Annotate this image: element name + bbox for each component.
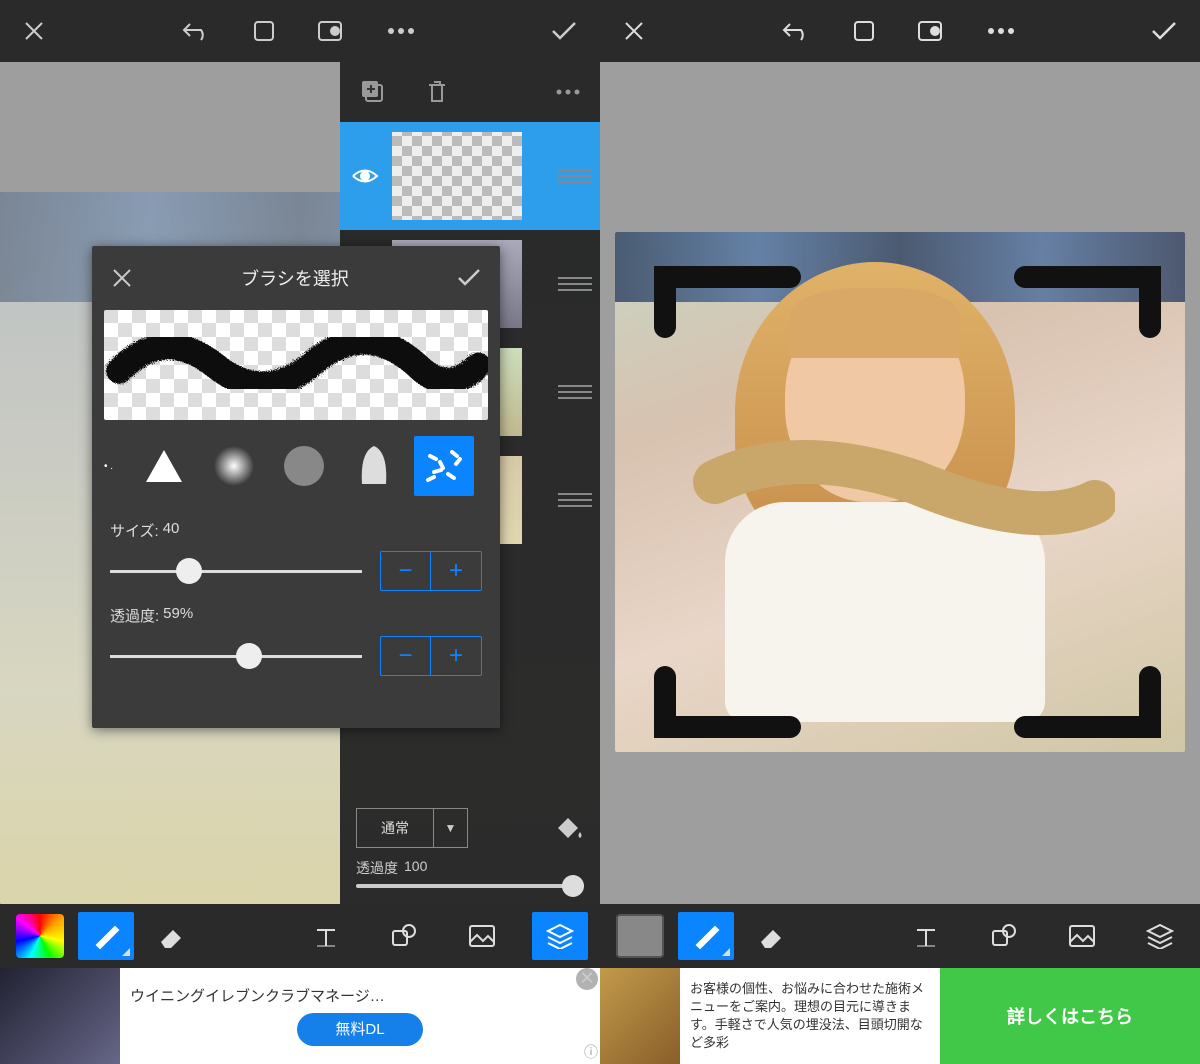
top-toolbar <box>0 0 600 62</box>
layer-more-icon[interactable] <box>556 89 580 95</box>
visibility-icon[interactable] <box>351 167 379 185</box>
opacity-stepper: − + <box>380 636 482 676</box>
paint-bucket-icon[interactable] <box>552 814 584 842</box>
brush-preview <box>104 310 488 420</box>
layer-row-active[interactable] <box>340 122 600 230</box>
drag-handle-icon[interactable] <box>558 277 592 291</box>
more-icon[interactable] <box>987 27 1015 35</box>
color-picker-button[interactable] <box>12 912 68 960</box>
size-label: サイズ: <box>110 520 159 541</box>
brush-chalk[interactable] <box>344 436 404 496</box>
drag-handle-icon[interactable] <box>558 493 592 507</box>
brush-tool-button[interactable] <box>78 912 134 960</box>
dialog-title: ブラシを選択 <box>241 265 349 291</box>
ad-thumbnail <box>600 968 680 1064</box>
brush-opacity-label: 透過度: <box>110 605 159 626</box>
ad-title: ウイニングイレブンクラブマネージ… <box>130 986 590 1007</box>
brush-tiny-icon[interactable]: • . <box>104 461 124 472</box>
layers-tool-button[interactable] <box>532 912 588 960</box>
brush-stroke-corner <box>650 262 810 322</box>
size-decrease-button[interactable]: − <box>381 552 431 590</box>
camera-icon[interactable] <box>917 20 947 42</box>
brush-stroke-corner <box>1005 662 1165 722</box>
undo-icon[interactable] <box>781 20 811 42</box>
layers-tool-button[interactable] <box>1132 912 1188 960</box>
size-value: 40 <box>163 520 180 541</box>
size-increase-button[interactable]: + <box>431 552 481 590</box>
shape-tool-button[interactable] <box>976 912 1032 960</box>
ad-banner[interactable]: お客様の個性、お悩みに合わせた施術メニューをご案内。理想の目元に導きます。手軽さ… <box>600 968 1200 1064</box>
canvas-area[interactable] <box>600 62 1200 904</box>
size-slider[interactable] <box>110 570 362 573</box>
blend-mode-select[interactable]: 通常 ▼ <box>356 808 468 848</box>
layer-opacity-slider[interactable] <box>356 884 584 888</box>
brush-scatter-selected[interactable] <box>414 436 474 496</box>
eraser-tool-button[interactable] <box>144 912 200 960</box>
chevron-down-icon[interactable]: ▼ <box>433 809 467 847</box>
shape-tool-button[interactable] <box>376 912 432 960</box>
image-tool-button[interactable] <box>454 912 510 960</box>
add-layer-icon[interactable] <box>360 79 386 105</box>
brush-opacity-slider[interactable] <box>110 655 362 658</box>
top-toolbar <box>600 0 1200 62</box>
brush-select-dialog: ブラシを選択 • . <box>92 246 500 728</box>
more-icon[interactable] <box>387 27 415 35</box>
right-screenshot: お客様の個性、お悩みに合わせた施術メニューをご案内。理想の目元に導きます。手軽さ… <box>600 0 1200 1064</box>
text-tool-button[interactable] <box>898 912 954 960</box>
undo-icon[interactable] <box>181 20 211 42</box>
crop-icon[interactable] <box>251 18 277 44</box>
ad-download-button[interactable]: 無料DL <box>297 1013 422 1046</box>
crop-icon[interactable] <box>851 18 877 44</box>
camera-icon[interactable] <box>317 20 347 42</box>
confirm-icon[interactable] <box>1150 20 1178 42</box>
close-icon[interactable] <box>22 19 46 43</box>
brush-soft-round[interactable] <box>204 436 264 496</box>
layer-opacity-label: 透過度 <box>356 858 398 878</box>
layer-thumbnail <box>392 132 522 220</box>
color-picker-button[interactable] <box>612 912 668 960</box>
delete-layer-icon[interactable] <box>426 79 448 105</box>
size-stepper: − + <box>380 551 482 591</box>
close-icon[interactable] <box>622 19 646 43</box>
blend-mode-label: 通常 <box>357 818 433 838</box>
image-tool-button[interactable] <box>1054 912 1110 960</box>
bottom-toolbar <box>600 904 1200 968</box>
ad-info-icon[interactable]: ⓘ <box>584 1042 598 1062</box>
text-tool-button[interactable] <box>298 912 354 960</box>
ad-banner[interactable]: ウイニングイレブンクラブマネージ… 無料DL ✕ ⓘ <box>0 968 600 1064</box>
ad-thumbnail <box>0 968 120 1064</box>
brush-noise-round[interactable] <box>274 436 334 496</box>
brush-type-row: • . <box>92 420 500 508</box>
drag-handle-icon[interactable] <box>558 169 592 183</box>
left-screenshot: 通常 ▼ 透過度 100 <box>0 0 600 1064</box>
dialog-confirm-icon[interactable] <box>456 268 482 288</box>
edited-photo <box>615 232 1185 752</box>
brush-stroke-corner <box>650 662 810 722</box>
eraser-tool-button[interactable] <box>744 912 800 960</box>
ad-close-icon[interactable]: ✕ <box>576 968 598 990</box>
drag-handle-icon[interactable] <box>558 385 592 399</box>
opacity-increase-button[interactable]: + <box>431 637 481 675</box>
brush-opacity-value: 59% <box>163 605 193 626</box>
confirm-icon[interactable] <box>550 20 578 42</box>
brush-tool-button[interactable] <box>678 912 734 960</box>
bottom-toolbar <box>0 904 600 968</box>
ad-text: お客様の個性、お悩みに合わせた施術メニューをご案内。理想の目元に導きます。手軽さ… <box>680 968 940 1064</box>
opacity-decrease-button[interactable]: − <box>381 637 431 675</box>
brush-stroke-corner <box>1005 262 1165 322</box>
layer-opacity-value: 100 <box>404 858 427 878</box>
brush-soft-triangle[interactable] <box>134 436 194 496</box>
ad-cta-button[interactable]: 詳しくはこちら <box>940 968 1200 1064</box>
dialog-close-icon[interactable] <box>110 266 134 290</box>
